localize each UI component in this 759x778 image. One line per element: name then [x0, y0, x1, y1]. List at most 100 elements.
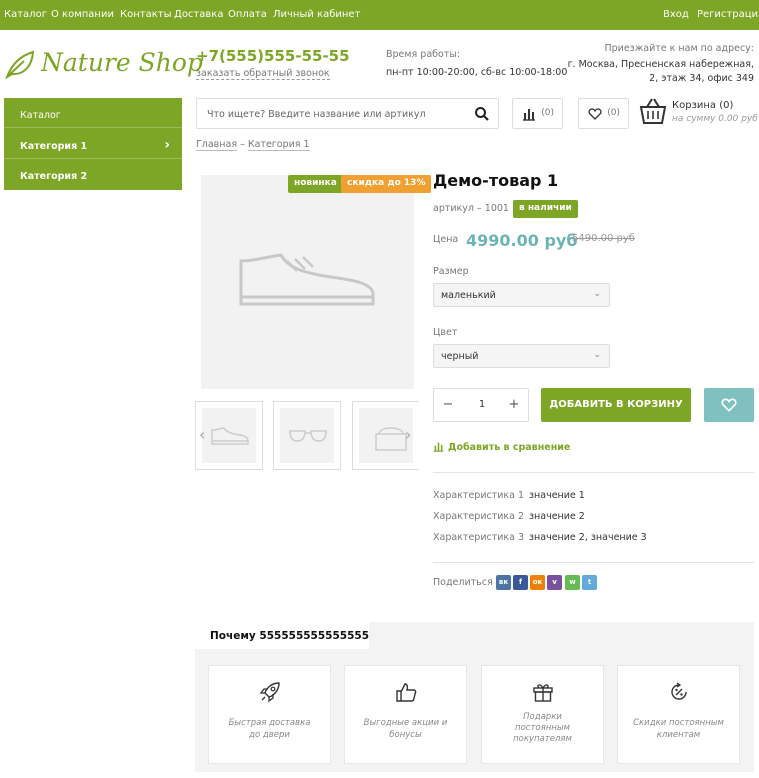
basket-icon[interactable]	[638, 96, 668, 126]
size-label: Размер	[433, 266, 469, 277]
telegram-share-icon[interactable]: t	[582, 575, 597, 590]
search-box	[196, 98, 499, 129]
topnav-catalog-link[interactable]: Каталог	[4, 9, 47, 20]
advantage-card: Подарки постоянным покупателям	[481, 665, 604, 764]
heart-icon	[588, 108, 602, 120]
phone-number[interactable]: +7(555)555-55-55	[196, 47, 350, 65]
advantage-card: Выгодные акции и бонусы	[344, 665, 467, 764]
sidebar-item-label: Категория 2	[20, 171, 88, 182]
characteristic-key: Характеристика 2	[433, 511, 525, 522]
glasses-icon	[289, 430, 327, 442]
breadcrumb: Главная – Категория 1	[196, 139, 310, 151]
add-to-compare-link[interactable]: Добавить в сравнение	[433, 441, 570, 453]
characteristic-key: Характеристика 1	[433, 490, 525, 501]
topnav-delivery-link[interactable]: Доставка	[174, 9, 223, 20]
favorites-button[interactable]: (0)	[578, 98, 629, 129]
chevron-right-icon: ›	[164, 137, 170, 153]
chevron-left-icon[interactable]: ‹	[199, 425, 205, 444]
share-label: Поделиться	[433, 577, 493, 588]
sidebar-item-category-1[interactable]: Категория 1 ›	[4, 129, 182, 159]
add-to-favorites-button[interactable]	[704, 388, 754, 422]
cart-sum: на сумму 0.00 руб	[672, 114, 758, 124]
quantity-decrease-button[interactable]: −	[438, 397, 458, 412]
heart-icon	[721, 398, 737, 412]
topnav-contacts-link[interactable]: Контакты	[120, 9, 171, 20]
register-link[interactable]: Регистрация	[697, 9, 759, 20]
topnav-about-link[interactable]: О компании	[51, 9, 114, 20]
divider	[433, 562, 754, 563]
quantity-increase-button[interactable]: +	[504, 397, 524, 412]
product-title: Демо-товар 1	[433, 171, 559, 190]
advantage-card: Быстрая доставка до двери	[208, 665, 331, 764]
favorites-count: (0)	[607, 108, 620, 118]
search-icon[interactable]	[474, 106, 490, 122]
advantage-text: покупателям	[513, 734, 572, 744]
badge-sale: скидка до 13%	[341, 175, 432, 193]
product-sku: артикул – 1001	[433, 203, 509, 214]
add-to-compare-label: Добавить в сравнение	[448, 442, 571, 453]
topnav-account-link[interactable]: Личный кабинет	[273, 9, 360, 20]
price-label: Цена	[433, 234, 459, 245]
address-label: Приезжайте к нам по адресу:	[604, 43, 754, 54]
advantages-title[interactable]: Почему 555555555555555	[195, 622, 369, 649]
sidebar-item-catalog[interactable]: Каталог	[4, 98, 182, 128]
quantity-stepper: − 1 +	[433, 388, 529, 422]
compare-count: (0)	[541, 108, 554, 118]
leaf-logo-icon[interactable]	[4, 48, 36, 80]
color-label: Цвет	[433, 327, 458, 338]
odnoklassniki-share-icon[interactable]: ок	[530, 575, 545, 590]
characteristic-key: Характеристика 3	[433, 532, 525, 543]
advantage-text: Выгодные акции и	[363, 718, 448, 728]
product-main-image[interactable]	[201, 175, 414, 389]
bar-chart-icon	[433, 442, 444, 452]
size-select[interactable]: маленький ⌄	[433, 283, 610, 307]
top-navigation-bar: Каталог О компании Контакты Доставка Опл…	[0, 0, 759, 30]
gift-icon	[533, 684, 553, 702]
advantage-text: Быстрая доставка	[228, 718, 311, 728]
advantage-text: бонусы	[389, 730, 422, 740]
sidebar-item-category-2[interactable]: Категория 2	[4, 159, 182, 189]
viber-share-icon[interactable]: v	[547, 575, 562, 590]
facebook-share-icon[interactable]: f	[513, 575, 528, 590]
bar-chart-icon	[523, 109, 535, 121]
site-logo[interactable]: Nature Shop	[41, 48, 203, 77]
sidebar-item-label: Каталог	[20, 110, 61, 121]
color-select[interactable]: черный ⌄	[433, 344, 610, 368]
advantage-text: до двери	[249, 730, 290, 740]
advantage-text: клиентам	[656, 730, 701, 740]
address-line-2: 2, этаж 34, офис 349	[649, 73, 754, 84]
advantage-card: Скидки постоянным клиентам	[617, 665, 740, 764]
chevron-right-icon[interactable]: ›	[405, 425, 411, 444]
breadcrumb-home-link[interactable]: Главная	[196, 139, 238, 151]
color-value: черный	[441, 351, 479, 362]
characteristic-value: значение 1	[529, 490, 585, 501]
product-thumbnail[interactable]	[273, 401, 341, 470]
advantage-text: Подарки	[523, 712, 562, 722]
sneaker-icon	[211, 427, 249, 445]
chevron-down-icon: ⌄	[593, 289, 601, 299]
cart-title[interactable]: Корзина (0)	[672, 100, 733, 111]
whatsapp-share-icon[interactable]: w	[565, 575, 580, 590]
search-input[interactable]	[207, 106, 467, 122]
thumbs-up-icon	[396, 683, 417, 702]
catalog-sidebar: Каталог Категория 1 › Категория 2	[4, 98, 182, 190]
vk-share-icon[interactable]: вк	[496, 575, 511, 590]
topnav-payment-link[interactable]: Оплата	[228, 9, 267, 20]
quantity-value[interactable]: 1	[468, 399, 496, 410]
badge-new: новинка	[288, 175, 343, 193]
add-to-cart-button[interactable]: ДОБАВИТЬ В КОРЗИНУ	[541, 388, 691, 422]
breadcrumb-current-link[interactable]: Категория 1	[247, 139, 310, 151]
sneaker-icon	[239, 253, 375, 306]
chevron-down-icon: ⌄	[593, 350, 601, 360]
characteristic-value: значение 2, значение 3	[529, 532, 647, 543]
advantage-text: постоянным	[515, 723, 570, 733]
size-value: маленький	[441, 290, 496, 301]
old-price: 5490.00 руб	[572, 233, 635, 244]
address-line-1: г. Москва, Пресненская набережная,	[567, 59, 754, 70]
rocket-icon	[259, 682, 280, 703]
working-hours: пн-пт 10:00-20:00, сб-вс 10:00-18:00	[386, 67, 568, 78]
login-link[interactable]: Вход	[663, 9, 689, 20]
callback-link[interactable]: заказать обратный звонок	[196, 68, 330, 80]
characteristic-value: значение 2	[529, 511, 585, 522]
compare-button[interactable]: (0)	[512, 98, 563, 129]
